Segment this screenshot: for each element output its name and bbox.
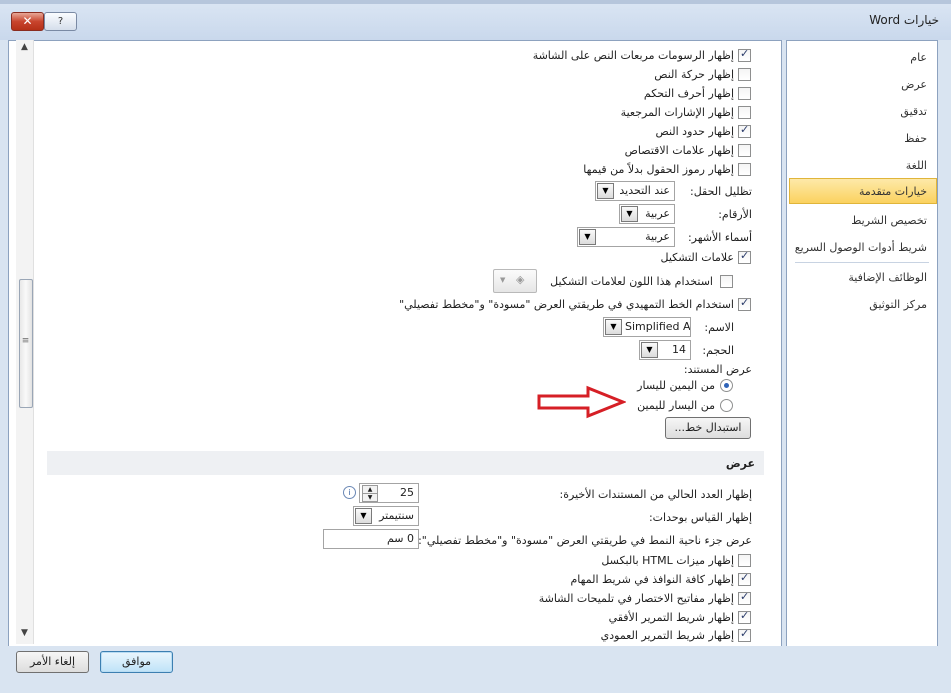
month-names-dropdown[interactable]: عربية ▼ xyxy=(577,227,675,247)
checkbox-shortcut-keys[interactable] xyxy=(738,590,751,605)
label-diacritics-color: استخدام هذا اللون لعلامات التشكيل xyxy=(550,275,713,288)
label-month-names: أسماء الأشهر: xyxy=(687,231,752,244)
label-show-drawings: إظهار الرسومات مربعات النص على الشاشة xyxy=(532,49,734,62)
nav-item-advanced[interactable]: خيارات متقدمة xyxy=(859,185,927,198)
month-names-value: عربية xyxy=(645,230,670,243)
close-button[interactable]: ✕ xyxy=(11,12,44,31)
font-size-dropdown[interactable]: 14 ▼ xyxy=(639,340,691,360)
label-diacritics: علامات التشكيل xyxy=(660,251,735,264)
dropdown-arrow-icon[interactable]: ▼ xyxy=(355,508,372,524)
checkbox-diacritics[interactable] xyxy=(738,249,751,264)
label-numerals: الأرقام: xyxy=(718,208,752,221)
dropdown-arrow-icon[interactable]: ▼ xyxy=(605,319,622,335)
dropdown-arrow-icon[interactable]: ▼ xyxy=(621,206,638,222)
checkbox-show-text-boundaries[interactable] xyxy=(738,123,751,138)
numerals-dropdown[interactable]: عربية ▼ xyxy=(619,204,675,224)
section-header-display xyxy=(47,451,764,475)
radio-left-to-right[interactable] xyxy=(720,399,733,412)
dropdown-arrow-icon[interactable]: ▼ xyxy=(641,342,658,358)
label-show-text-boundaries: إظهار حدود النص xyxy=(655,125,734,138)
label-vertical-scrollbar: إظهار شريط التمرير العمودي xyxy=(600,629,734,642)
field-shading-dropdown[interactable]: عند التحديد ▼ xyxy=(595,181,675,201)
nav-item-language[interactable]: اللغة xyxy=(906,159,927,172)
label-html-pixels: إظهار ميزات HTML بالبكسل xyxy=(601,554,734,567)
window-title: خيارات Word xyxy=(869,13,939,27)
style-pane-width-input[interactable]: 0 سم xyxy=(323,529,419,549)
dropdown-arrow-icon[interactable]: ▼ xyxy=(579,229,596,245)
nav-item-addins[interactable]: الوظائف الإضافية xyxy=(848,271,927,284)
font-size-value: 14 xyxy=(672,343,686,356)
info-icon[interactable]: i xyxy=(343,486,356,499)
checkbox-html-pixels[interactable] xyxy=(738,554,751,567)
nav-item-quick-access[interactable]: شريط أدوات الوصول السريع xyxy=(795,241,927,254)
scroll-down-arrow-icon[interactable]: ▼ xyxy=(16,628,33,642)
label-draft-font: استخدام الخط التمهيدي في طريقتي العرض "م… xyxy=(399,298,734,311)
ok-button[interactable]: موافق xyxy=(100,651,173,673)
field-shading-value: عند التحديد xyxy=(619,184,670,197)
label-show-control-chars: إظهار أحرف التحكم xyxy=(643,87,734,100)
label-left-to-right: من اليسار لليمين xyxy=(637,399,715,412)
spinner-down-icon[interactable]: ▼ xyxy=(362,493,378,502)
checkbox-draft-font[interactable] xyxy=(738,296,751,311)
nav-item-customize-ribbon[interactable]: تخصيص الشريط xyxy=(851,214,927,227)
numerals-value: عربية xyxy=(645,207,670,220)
help-button[interactable]: ? xyxy=(44,12,77,31)
options-nav: عام عرض تدقيق حفظ اللغة خيارات متقدمة تخ… xyxy=(786,40,938,648)
checkbox-show-drawings[interactable] xyxy=(738,47,751,62)
label-shortcut-keys: إظهار مفاتيح الاختصار في تلميحات الشاشة xyxy=(538,592,734,605)
scroll-grip-icon: ≡ xyxy=(21,336,30,346)
font-name-dropdown[interactable]: Simplified Ara ▼ xyxy=(603,317,691,337)
nav-item-display[interactable]: عرض xyxy=(901,78,927,91)
label-windows-taskbar: إظهار كافة النوافذ في شريط المهام xyxy=(570,573,735,586)
measure-units-value: سنتيمتر xyxy=(379,509,414,522)
checkbox-show-field-codes[interactable] xyxy=(738,163,751,176)
label-show-crop-marks: إظهار علامات الاقتصاص xyxy=(624,144,734,157)
radio-right-to-left[interactable] xyxy=(720,379,733,392)
label-font-name: الاسم: xyxy=(704,321,734,334)
label-horizontal-scrollbar: إظهار شريط التمرير الأفقي xyxy=(608,611,734,624)
nav-item-save[interactable]: حفظ xyxy=(904,132,927,145)
font-name-value: Simplified Ara xyxy=(625,320,691,333)
recent-docs-value: 25 xyxy=(400,486,414,499)
nav-item-proofing[interactable]: تدقيق xyxy=(900,105,927,118)
font-substitution-button[interactable]: استبدال خط... xyxy=(665,417,751,439)
label-style-pane-width: عرض جزء ناحية النمط في طريقتي العرض "مسو… xyxy=(418,534,752,547)
checkbox-vertical-scrollbar[interactable] xyxy=(738,627,751,642)
dropdown-arrow-icon[interactable]: ▼ xyxy=(597,183,614,199)
paint-bucket-icon: ◈ xyxy=(516,273,525,286)
recent-docs-spinner[interactable]: 25 ▲ ▼ xyxy=(359,483,419,503)
checkbox-windows-taskbar[interactable] xyxy=(738,571,751,586)
scroll-up-arrow-icon[interactable]: ▲ xyxy=(16,42,33,56)
label-measure-units: إظهار القياس بوحدات: xyxy=(648,511,752,524)
label-field-shading: تظليل الحقل: xyxy=(690,185,752,198)
checkbox-show-crop-marks[interactable] xyxy=(738,144,751,157)
red-arrow-annotation-icon xyxy=(537,385,626,419)
label-doc-view: عرض المستند: xyxy=(683,363,752,376)
label-recent-docs: إظهار العدد الحالي من المستندات الأخيرة: xyxy=(559,488,752,501)
label-font-size: الحجم: xyxy=(702,344,734,357)
dropdown-arrow-icon: ▼ xyxy=(500,276,506,284)
title-bar xyxy=(0,0,951,40)
nav-item-general[interactable]: عام xyxy=(910,51,927,64)
label-right-to-left: من اليمين لليسار xyxy=(637,379,715,392)
label-show-bookmarks: إظهار الإشارات المرجعية xyxy=(620,106,734,119)
checkbox-show-text-animation[interactable] xyxy=(738,68,751,81)
measure-units-dropdown[interactable]: سنتيمتر ▼ xyxy=(353,506,419,526)
label-show-text-animation: إظهار حركة النص xyxy=(654,68,734,81)
cancel-button[interactable]: إلغاء الأمر xyxy=(16,651,89,673)
nav-item-trust-center[interactable]: مركز التوثيق xyxy=(869,298,927,311)
checkbox-horizontal-scrollbar[interactable] xyxy=(738,609,751,624)
nav-separator xyxy=(795,262,929,263)
label-show-field-codes: إظهار رموز الحقول بدلاً من قيمها xyxy=(583,163,734,176)
checkbox-show-bookmarks[interactable] xyxy=(738,106,751,119)
style-pane-width-value: 0 سم xyxy=(386,532,414,545)
section-title-display: عرض xyxy=(725,457,755,470)
checkbox-show-control-chars[interactable] xyxy=(738,87,751,100)
checkbox-diacritics-color[interactable] xyxy=(720,275,733,288)
color-picker-button[interactable]: ◈ ▼ xyxy=(493,269,537,293)
top-strip xyxy=(0,0,951,4)
